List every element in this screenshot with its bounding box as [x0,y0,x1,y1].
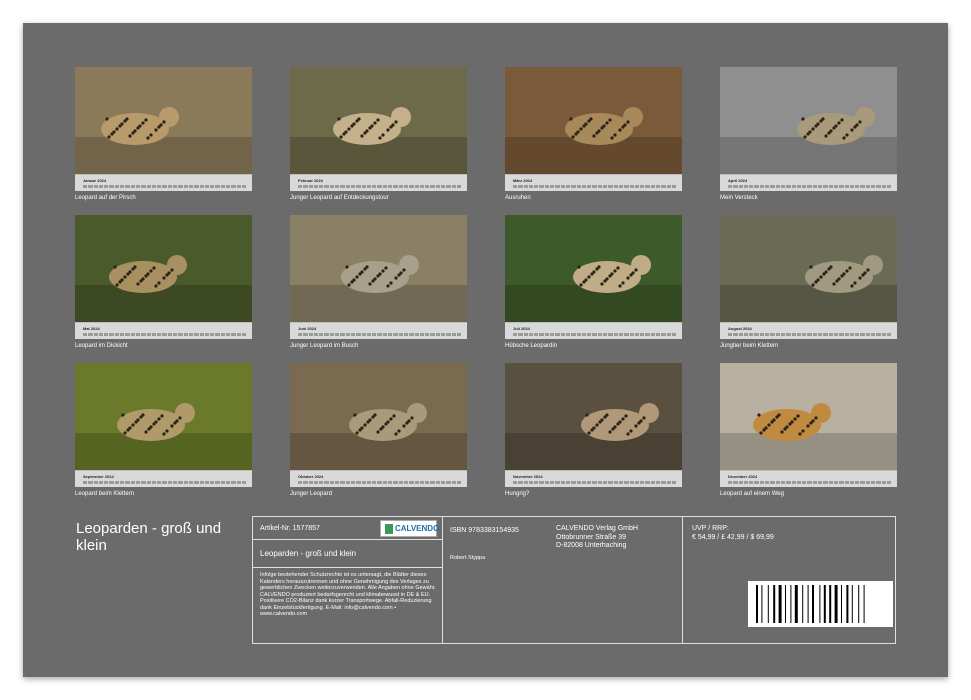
legal-notice: Infolge bestehender Schutzrechte ist es … [260,572,436,617]
leopard-photo [290,67,467,174]
day-row [728,185,892,189]
leopard-photo [75,67,252,174]
day-row [298,333,462,337]
month-calendar-strip: März 2024 [505,174,682,191]
month-calendar-strip: September 2024 [75,470,252,487]
photo-caption: Leopard beim Klettern [75,491,135,497]
month-calendar-strip: Juli 2024 [505,322,682,339]
day-row [513,185,677,189]
month-tile: Oktober 2024 Junger Leopard [290,363,467,497]
month-name: Juli 2024 [513,326,530,331]
month-tile: September 2024 Leopard beim Klettern [75,363,252,497]
month-name: August 2024 [728,326,752,331]
publisher-city: D-82008 Unterhaching [556,542,627,549]
month-name: Dezember 2024 [728,474,758,479]
month-name: Juni 2024 [298,326,317,331]
divider [442,517,443,643]
day-row [298,185,462,189]
leopard-photo [290,363,467,470]
photo-caption: Jungtier beim Klettern [720,343,779,349]
month-calendar-strip: November 2024 [505,470,682,487]
photo-caption: Junger Leopard im Busch [290,343,359,349]
leopard-photo [290,215,467,322]
month-tile: Mai 2024 Leopard im Dickicht [75,215,252,349]
day-row [83,481,247,485]
photo-caption: Hungrig? [505,491,530,497]
leopard-photo [720,67,897,174]
month-calendar-strip: Januar 2024 [75,174,252,191]
leopard-photo [505,67,682,174]
day-row [298,481,462,485]
month-calendar-strip: Februar 2024 [290,174,467,191]
month-tile: November 2024 Hungrig? [505,363,682,497]
month-name: November 2024 [513,474,543,479]
month-name: September 2024 [83,474,114,479]
month-tile: August 2024 Jungtier beim Klettern [720,215,897,349]
month-name: Januar 2024 [83,178,107,183]
month-name: April 2024 [728,178,748,183]
month-calendar-strip: Dezember 2024 [720,470,897,487]
month-tile: Juni 2024 Junger Leopard im Busch [290,215,467,349]
day-row [513,481,677,485]
photo-caption: Leopard auf der Pirsch [75,195,136,201]
photo-caption: Mein Versteck [720,195,758,201]
photo-caption: Junger Leopard [290,491,333,497]
divider [253,539,442,540]
photo-caption: Hübsche Leopardin [505,343,558,349]
month-name: Oktober 2024 [298,474,324,479]
leopard-photo [505,215,682,322]
photo-caption: Junger Leopard auf Entdeckungstour [290,195,389,201]
day-row [513,333,677,337]
calendar-title: Leoparden - groß und klein [76,520,222,554]
month-calendar-strip: Oktober 2024 [290,470,467,487]
divider [253,567,442,568]
month-tile: Februar 2024 Junger Leopard auf Entdeckun… [290,67,467,201]
product-subtitle: Leoparden - groß und klein [260,549,357,558]
day-row [728,333,892,337]
info-box: Artikel-Nr. 1577857 CALVENDO Leoparden -… [252,516,896,644]
month-name: März 2024 [513,178,533,183]
day-row [83,185,247,189]
barcode [748,581,893,627]
photo-caption: Leopard im Dickicht [75,343,128,349]
photo-caption: Leopard auf einem Weg [720,491,784,497]
leopard-photo [505,363,682,470]
month-tile: Januar 2024 Leopard auf der Pirsch [75,67,252,201]
month-calendar-strip: Juni 2024 [290,322,467,339]
month-calendar-strip: Mai 2024 [75,322,252,339]
divider [682,517,683,643]
publisher-street: Ottobrunner Straße 39 [556,534,627,541]
month-name: Mai 2024 [83,326,100,331]
month-calendar-strip: August 2024 [720,322,897,339]
month-tile: Dezember 2024 Leopard auf einem Weg [720,363,897,497]
day-row [728,481,892,485]
leopard-photo [75,363,252,470]
calvendo-logo: CALVENDO [380,520,439,537]
leopard-photo [720,363,897,470]
author: Robert Styppa [450,555,486,561]
price-label: UVP / RRP: [692,525,729,532]
isbn: ISBN 9783383154935 [450,527,519,534]
month-name: Februar 2024 [298,178,323,183]
month-tile: Juli 2024 Hübsche Leopardin [505,215,682,349]
month-tile: März 2024 Ausruhen [505,67,682,201]
leopard-photo [75,215,252,322]
day-row [83,333,247,337]
photo-caption: Ausruhen [505,195,531,201]
month-calendar-strip: April 2024 [720,174,897,191]
barcode-lines [756,585,865,623]
article-number: Artikel-Nr. 1577857 [260,525,320,532]
publisher-name: CALVENDO Verlag GmbH [556,525,638,532]
leopard-photo [720,215,897,322]
price: € 54,99 / £ 42,99 / $ 69,99 [692,534,774,541]
month-tile: April 2024 Mein Versteck [720,67,897,201]
